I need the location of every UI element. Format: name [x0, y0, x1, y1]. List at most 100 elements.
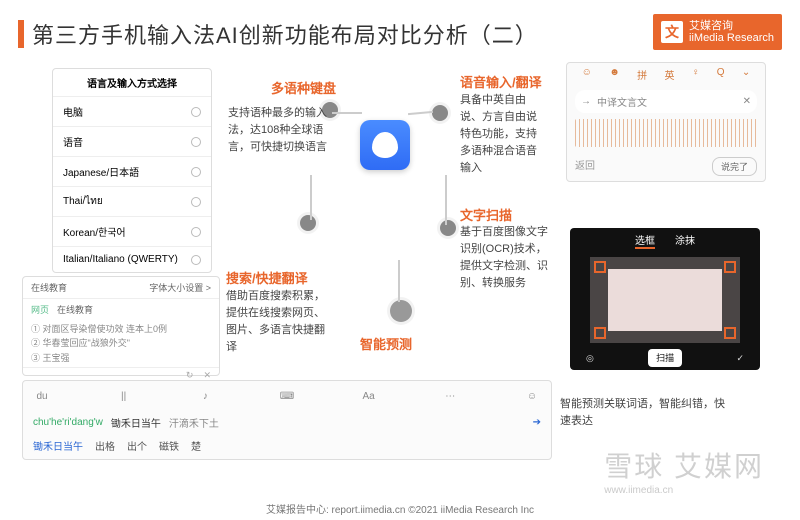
candidate[interactable]: 出格 [95, 438, 115, 453]
kb-icon[interactable]: ♪ [194, 385, 216, 407]
page-title: 第三方手机输入法AI创新功能布局对比分析（二） [32, 18, 538, 50]
translate-source[interactable]: → 中译文言文 ✕ [575, 90, 757, 113]
ime-tab[interactable]: Q [717, 67, 725, 82]
ocr-tab-paint[interactable]: 涂抹 [675, 232, 695, 249]
radio-icon[interactable] [191, 255, 201, 265]
section-body: 借助百度搜索积累，提供在线搜索网页、图片、多语言快捷翻译 [226, 288, 330, 356]
ime-tab[interactable]: ⌄ [742, 67, 750, 82]
ocr-tab-select[interactable]: 选框 [635, 232, 655, 249]
emoji-icon[interactable]: ☺ [521, 385, 543, 407]
connector-line [445, 175, 447, 225]
radio-icon[interactable] [191, 137, 201, 147]
ime-tabs: ☺ ☻ 拼 英 ♀ Q ⌄ [567, 63, 765, 86]
kb-icon[interactable]: Aa [358, 385, 380, 407]
search-tab[interactable]: 在线教育 [57, 303, 93, 316]
search-result-row[interactable]: ② 华春莹回应"战狼外交" [31, 336, 211, 350]
section-title: 文字扫描 [460, 205, 512, 224]
keyboard-panel: du || ♪ ⌨ Aa ⋯ ☺ chu'he'ri'dang'w 锄禾日当午 … [22, 380, 552, 460]
suggest-main[interactable]: 锄禾日当午 [111, 415, 161, 430]
lang-item[interactable]: 语音 [53, 126, 211, 156]
radio-icon[interactable] [191, 227, 201, 237]
done-button[interactable]: 说完了 [712, 157, 757, 176]
translate-source-label: 中译文言文 [597, 94, 647, 109]
lang-item-label: Japanese/日本語 [63, 164, 139, 179]
lang-item[interactable]: Korean/한국어 [53, 216, 211, 246]
connector-node [432, 105, 448, 121]
lang-item-label: 电脑 [63, 104, 83, 119]
crop-corner-icon[interactable] [724, 327, 736, 339]
crop-corner-icon[interactable] [594, 327, 606, 339]
search-tab[interactable]: 网页 [31, 303, 49, 316]
ocr-panel: 选框 涂抹 ◎ 扫描 ✓ [570, 228, 760, 370]
voice-ime-panel: ☺ ☻ 拼 英 ♀ Q ⌄ → 中译文言文 ✕ 返回 说完了 [566, 62, 766, 182]
kb-icon[interactable]: || [113, 385, 135, 407]
ocr-card [608, 269, 722, 331]
title-accent [18, 20, 24, 48]
suggest-tail: 汗滴禾下土 [169, 415, 219, 430]
kb-icon[interactable]: ⋯ [439, 385, 461, 407]
radio-icon[interactable] [191, 107, 201, 117]
ime-tab[interactable]: ♀ [692, 67, 700, 82]
section-keyboard: 多语种键盘 支持语种最多的输入法，达108种全球语言，可快捷切换语言 [228, 78, 336, 156]
waveform-icon [575, 119, 757, 147]
connector-line [408, 111, 433, 115]
search-result-row[interactable]: ③ 王宝强 [31, 351, 211, 365]
close-icon[interactable]: ✕ [743, 96, 751, 107]
brand-mark-icon: 文 [661, 21, 683, 43]
kb-icon[interactable]: du [31, 385, 53, 407]
pinyin-input: chu'he'ri'dang'w [33, 417, 103, 428]
section-body: 智能预测关联词语，智能纠错，快速表达 [560, 396, 730, 429]
language-panel: 语言及输入方式选择 电脑 语音 Japanese/日本語 Thai/ไทย Ko… [52, 68, 212, 273]
connector-node [440, 220, 456, 236]
candidate[interactable]: 锄禾日当午 [33, 438, 83, 453]
watermark: 雪球 艾媒网 www.iimedia.cn [604, 445, 764, 496]
section-title: 多语种键盘 [228, 78, 336, 97]
baidu-icon[interactable]: ➔ [533, 417, 541, 428]
lang-item[interactable]: Italian/Italiano (QWERTY) [53, 246, 211, 272]
lang-item[interactable]: Thai/ไทย [53, 186, 211, 216]
connector-line [332, 112, 362, 114]
ime-tab[interactable]: 拼 [637, 67, 647, 82]
ocr-viewport[interactable] [590, 257, 740, 343]
search-result-row[interactable]: ① 对面区导染僧使功效 连本上0例 [31, 322, 211, 336]
watermark-sub: www.iimedia.cn [604, 485, 764, 496]
lang-item[interactable]: Japanese/日本語 [53, 156, 211, 186]
language-panel-header: 语言及输入方式选择 [53, 69, 211, 96]
camera-icon[interactable]: ◎ [586, 353, 594, 364]
candidate[interactable]: 出个 [127, 438, 147, 453]
confirm-icon[interactable]: ✓ [736, 353, 744, 364]
section-body: 支持语种最多的输入法，达108种全球语言，可快捷切换语言 [228, 105, 336, 156]
ime-tab[interactable]: ☺ [582, 67, 592, 82]
brand-name: 艾媒咨询 [689, 20, 774, 32]
font-size-link[interactable]: 字体大小设置 > [149, 281, 211, 294]
lang-item-label: Italian/Italiano (QWERTY) [63, 254, 178, 265]
connector-line [398, 260, 400, 302]
brand-logo: 文 艾媒咨询 iiMedia Research [653, 14, 782, 50]
radio-icon[interactable] [191, 197, 201, 207]
back-button[interactable]: 返回 [575, 157, 595, 176]
ime-tab[interactable]: ☻ [609, 67, 620, 82]
footer: 艾媒报告中心: report.iimedia.cn ©2021 iiMedia … [0, 501, 800, 516]
crop-corner-icon[interactable] [724, 261, 736, 273]
connector-line [310, 175, 312, 220]
search-panel: 在线教育 字体大小设置 > 网页 在线教育 ① 对面区导染僧使功效 连本上0例 … [22, 276, 220, 376]
baidu-logo-icon [360, 120, 410, 170]
arrow-icon: → [581, 96, 591, 107]
scan-button[interactable]: 扫描 [648, 349, 682, 367]
ime-tab[interactable]: 英 [665, 67, 675, 82]
lang-item-label: Korean/한국어 [63, 224, 126, 239]
candidate[interactable]: 楚 [191, 438, 201, 453]
search-panel-left: 在线教育 [31, 281, 67, 294]
title-bar: 第三方手机输入法AI创新功能布局对比分析（二） [18, 18, 538, 50]
section-body: 基于百度图像文字识别(OCR)技术，提供文字检测、识别、转换服务 [460, 224, 550, 292]
lang-item[interactable]: 电脑 [53, 96, 211, 126]
section-title: 语音输入/翻译 [460, 72, 542, 91]
section-body: 具备中英自由说、方言自由说特色功能，支持多语种混合语音输入 [460, 92, 546, 177]
kb-icon[interactable]: ⌨ [276, 385, 298, 407]
radio-icon[interactable] [191, 167, 201, 177]
lang-item-label: 语音 [63, 134, 83, 149]
brand-sub: iiMedia Research [689, 32, 774, 44]
crop-corner-icon[interactable] [594, 261, 606, 273]
connector-node [390, 300, 412, 322]
candidate[interactable]: 磁铁 [159, 438, 179, 453]
